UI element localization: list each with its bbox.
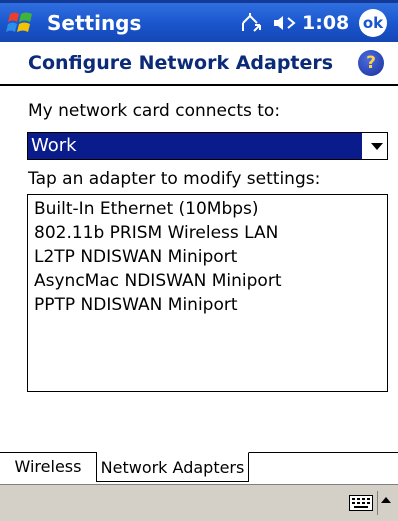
ok-button[interactable]: ok bbox=[359, 9, 387, 37]
windows-start-icon[interactable] bbox=[6, 8, 36, 38]
clock[interactable]: 1:08 bbox=[302, 9, 349, 37]
tap-adapter-label: Tap an adapter to modify settings: bbox=[28, 169, 321, 189]
adapter-item[interactable]: PPTP NDISWAN Miniport bbox=[28, 293, 387, 317]
adapter-item[interactable]: L2TP NDISWAN Miniport bbox=[28, 245, 387, 269]
tab-network-adapters[interactable]: Network Adapters bbox=[97, 452, 249, 482]
connects-label: My network card connects to: bbox=[28, 101, 281, 121]
page-header: Configure Network Adapters ? bbox=[0, 42, 398, 86]
tab-wireless[interactable]: Wireless bbox=[0, 452, 97, 482]
app-title: Settings bbox=[47, 11, 142, 35]
volume-icon[interactable] bbox=[272, 13, 298, 33]
connectivity-icon[interactable] bbox=[240, 11, 264, 35]
chevron-down-icon[interactable] bbox=[371, 143, 383, 150]
adapter-list[interactable]: Built-In Ethernet (10Mbps) 802.11b PRISM… bbox=[27, 194, 388, 392]
tab-strip: Wireless Network Adapters bbox=[0, 452, 398, 484]
keyboard-icon[interactable] bbox=[349, 495, 373, 511]
title-bar: Settings 1:08 ok bbox=[0, 0, 398, 42]
help-icon[interactable]: ? bbox=[358, 50, 384, 76]
adapter-item[interactable]: AsyncMac NDISWAN Miniport bbox=[28, 269, 387, 293]
selected-network-value[interactable]: Work bbox=[28, 133, 362, 159]
network-destination-select[interactable]: Work bbox=[27, 132, 388, 160]
adapter-item[interactable]: 802.11b PRISM Wireless LAN bbox=[28, 221, 387, 245]
sip-arrow-icon[interactable] bbox=[381, 497, 391, 503]
menu-bar bbox=[0, 484, 398, 521]
menu-divider bbox=[377, 491, 378, 515]
page-title: Configure Network Adapters bbox=[28, 52, 334, 74]
adapter-item[interactable]: Built-In Ethernet (10Mbps) bbox=[28, 197, 387, 221]
